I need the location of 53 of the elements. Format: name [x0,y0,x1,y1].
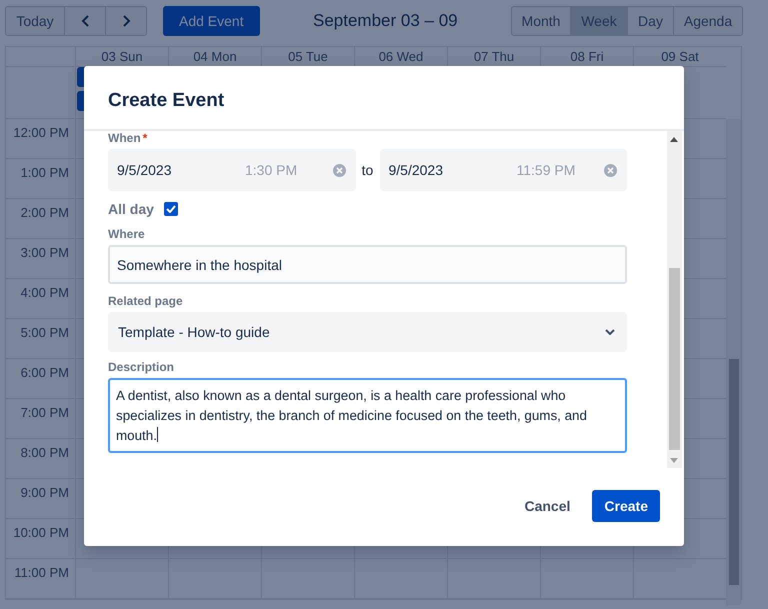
time-slot[interactable] [540,559,633,599]
clear-icon[interactable] [604,164,617,176]
related-page-dropdown[interactable]: Template - How-to guide [108,312,627,352]
scrollbar[interactable] [726,119,741,605]
checkbox[interactable] [164,202,178,216]
calendar-title: September 03 – 09 [312,11,459,31]
field-label: When [108,131,141,145]
down-arrow-icon[interactable] [670,458,678,463]
checkbox-label: All day [108,201,154,217]
create-button[interactable]: Create [592,490,660,522]
date-time-field[interactable]: 9/5/2023 1:30 PM [108,149,356,191]
time-label: 4:00 PM [20,285,69,300]
time-value: 1:30 PM [245,162,298,178]
chevron-left-icon [80,15,90,27]
next-button[interactable] [105,6,147,36]
time-label: 12:00 PM [13,125,69,140]
up-arrow-icon[interactable] [670,137,678,142]
time-slot[interactable] [447,559,540,599]
field-label: Description [108,360,176,374]
time-label: 3:00 PM [20,245,69,260]
scrollbar-thumb[interactable] [669,268,680,450]
time-label: 6:00 PM [20,365,69,380]
separator-text: to [360,162,374,178]
time-label: 7:00 PM [20,405,69,420]
time-label: 10:00 PM [13,525,69,540]
chevron-down-icon [605,329,615,335]
time-slot[interactable] [75,559,168,599]
time-value: 11:59 PM [516,162,576,178]
description-field[interactable]: A dentist, also known as a dental surgeon, is a health care professional who specializes in dentistry, the branch of medicine focused on the teeth, gums, and mouth. [108,378,627,453]
field-label: Related page [108,294,184,308]
chevron-right-icon [122,15,130,27]
where-field[interactable]: Somewhere in the hospital [108,245,627,284]
time-slot[interactable] [354,559,447,599]
cancel-button[interactable]: Cancel [508,490,586,522]
time-label: 2:00 PM [20,205,69,220]
previous-button[interactable] [64,6,106,36]
required-mark: * [142,131,148,145]
time-slot[interactable] [261,559,354,599]
date-value: 9/5/2023 [388,162,444,178]
dropdown-value: Template - How-to guide [118,324,270,340]
field-label: Where [108,227,146,241]
date-value: 9/5/2023 [117,162,172,178]
time-label: 9:00 PM [20,485,69,500]
time-label: 8:00 PM [20,445,69,460]
date-time-field[interactable]: 9/5/2023 11:59 PM [380,149,627,191]
time-slot[interactable] [168,559,261,599]
dialog-title: Create Event [108,90,224,112]
time-label: 1:00 PM [20,165,69,180]
clear-icon[interactable] [332,164,346,176]
time-label: 11:00 PM [14,565,69,580]
time-label: 5:00 PM [20,325,69,340]
scrollbar[interactable] [667,131,682,468]
scrollbar-thumb[interactable] [729,359,739,585]
